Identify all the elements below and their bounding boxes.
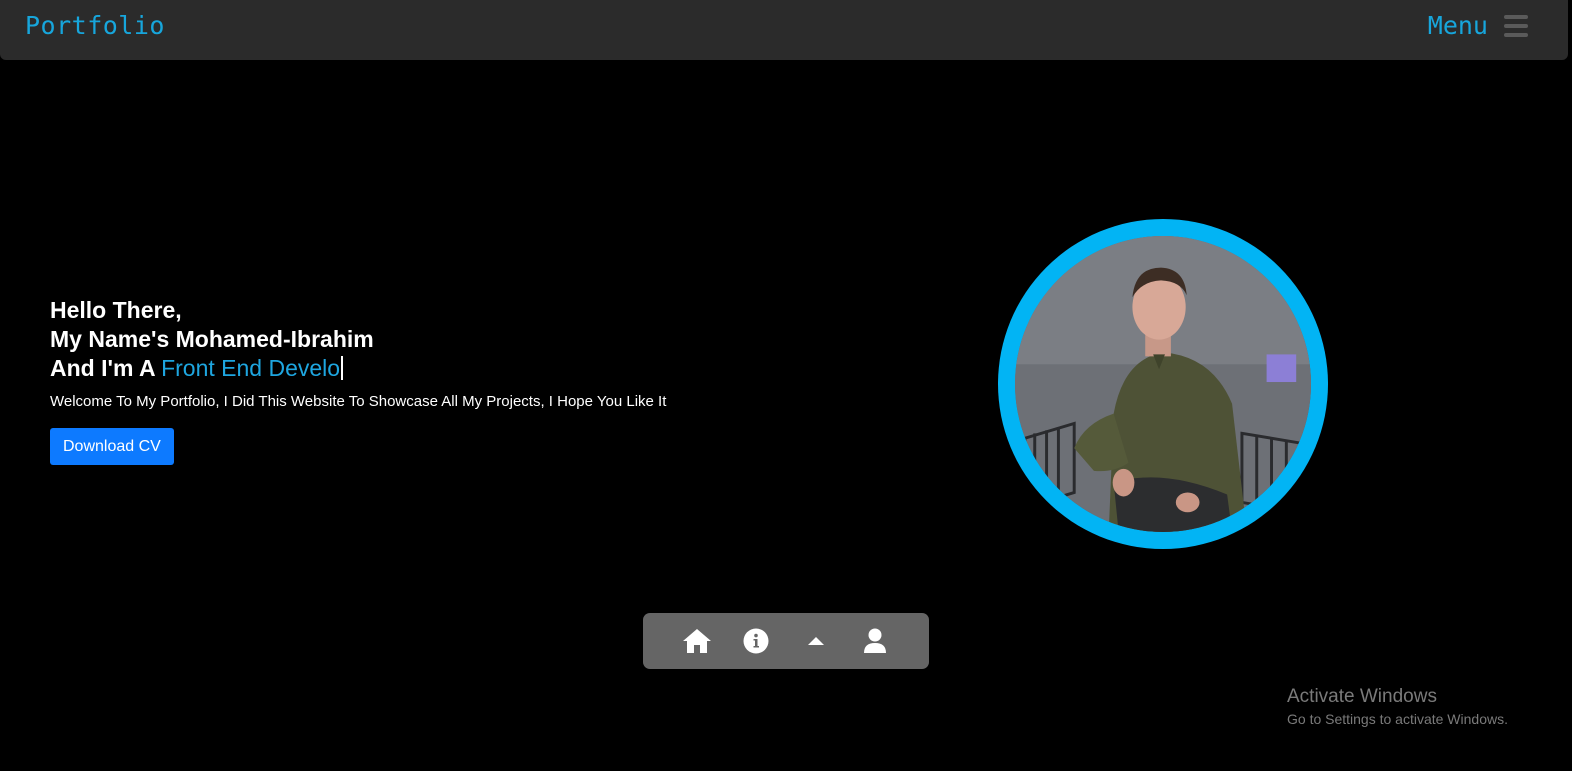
- hero-welcome-text: Welcome To My Portfolio, I Did This Webs…: [50, 393, 667, 410]
- activation-subtitle: Go to Settings to activate Windows.: [1287, 711, 1508, 727]
- dock-home[interactable]: [680, 624, 714, 658]
- hero-role-line: And I'm A Front End Develo: [50, 354, 666, 383]
- menu-toggle[interactable]: Menu: [1428, 11, 1528, 40]
- hero-section: Hello There, My Name's Mohamed-Ibrahim A…: [50, 296, 666, 465]
- profile-photo: [1015, 236, 1311, 532]
- activation-title: Activate Windows: [1287, 686, 1437, 707]
- menu-label: Menu: [1427, 11, 1488, 40]
- dock-scroll-top[interactable]: [799, 624, 833, 658]
- top-navbar: Portfolio Menu: [0, 0, 1568, 60]
- profile-photo-ring: [998, 219, 1328, 549]
- caret-up-icon: [807, 637, 824, 645]
- home-icon: [682, 629, 711, 653]
- hero-typed-role: Front End Develo: [161, 355, 341, 381]
- info-icon: [743, 628, 769, 654]
- download-cv-button[interactable]: Download CV: [50, 428, 174, 465]
- hero-name: My Name's Mohamed-Ibrahim: [50, 326, 374, 352]
- windows-activation-watermark: Activate Windows Go to Settings to activ…: [1287, 686, 1508, 727]
- hero-role-prefix: And I'm A: [50, 355, 162, 381]
- typing-cursor: [341, 356, 344, 380]
- profile-photo-illustration: [1015, 236, 1311, 532]
- hamburger-icon: [1504, 14, 1528, 37]
- bottom-dock: [643, 613, 929, 669]
- dock-contact[interactable]: [858, 624, 892, 658]
- brand-link[interactable]: Portfolio: [25, 11, 165, 40]
- dock-info[interactable]: [739, 624, 773, 658]
- user-icon: [864, 628, 887, 653]
- hero-greeting: Hello There,: [50, 297, 182, 323]
